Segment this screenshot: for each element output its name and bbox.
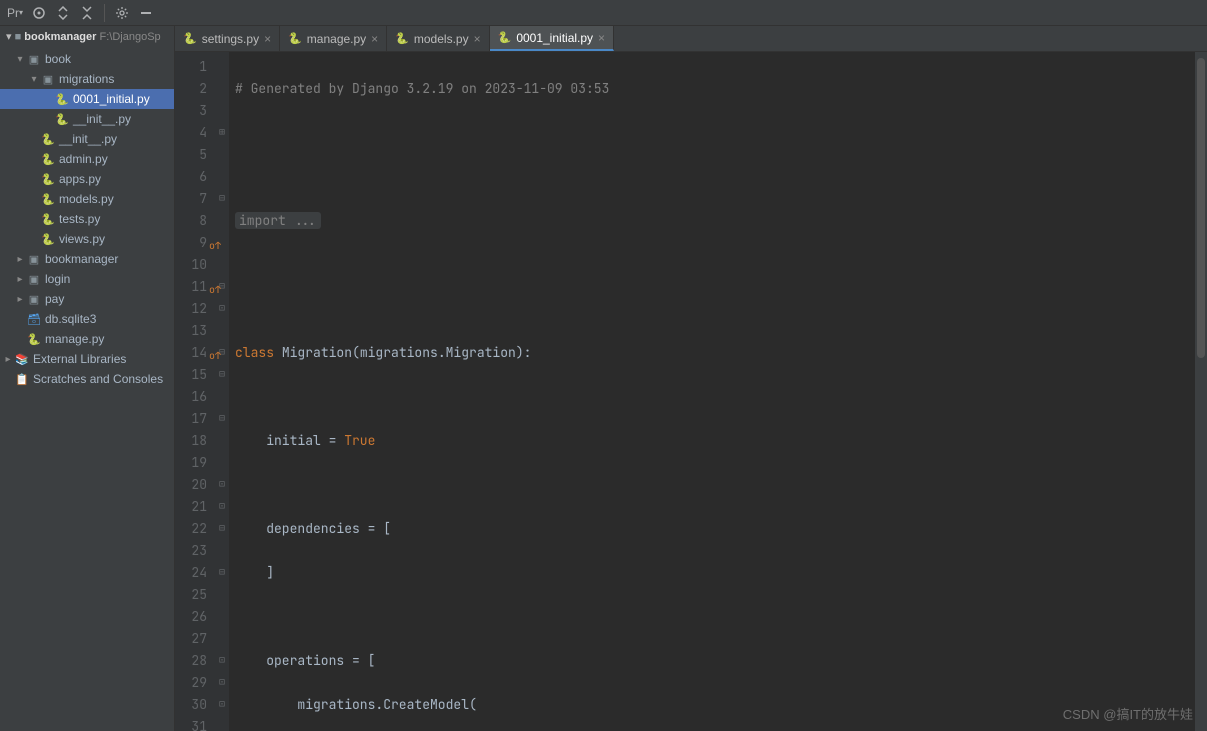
watermark: CSDN @搞IT的放牛娃 <box>1063 704 1193 723</box>
tab-0001-initial[interactable]: 🐍0001_initial.py× <box>490 26 614 51</box>
close-icon[interactable]: × <box>598 31 605 45</box>
fold-column[interactable]: ⊞ ⊟⊟⊡ ⊟⊟⊟⊡⊡ ⊟⊟⊡⊡⊡ <box>215 52 229 731</box>
editor-scrollbar[interactable] <box>1195 52 1207 731</box>
tree-file-manage[interactable]: 🐍manage.py <box>0 329 174 349</box>
project-root[interactable]: ▾ ■ bookmanager F:\DjangoSp <box>0 26 174 47</box>
tree-file-models[interactable]: 🐍models.py <box>0 189 174 209</box>
tree-file-0001-initial[interactable]: 🐍0001_initial.py <box>0 89 174 109</box>
tree-file-db[interactable]: 🗃db.sqlite3 <box>0 309 174 329</box>
collapse-all-icon[interactable] <box>76 2 98 24</box>
select-opened-file-icon[interactable] <box>28 2 50 24</box>
tree-folder-pay[interactable]: ▸▣pay <box>0 289 174 309</box>
main-area: ▾ ■ bookmanager F:\DjangoSp ▾▣book ▾▣mig… <box>0 26 1207 731</box>
code-viewport[interactable]: 123 456 78 9o↑ 10 11o↑ 1213 14o↑ 1516171… <box>175 52 1207 731</box>
tree-file-init-mig[interactable]: 🐍__init__.py <box>0 109 174 129</box>
code-content[interactable]: # Generated by Django 3.2.19 on 2023-11-… <box>229 52 1207 731</box>
tree-folder-migrations[interactable]: ▾▣migrations <box>0 69 174 89</box>
project-path-label: F:\DjangoSp <box>100 31 161 43</box>
tab-manage[interactable]: 🐍manage.py× <box>280 26 387 51</box>
close-icon[interactable]: × <box>264 32 271 46</box>
editor-area: 🐍settings.py× 🐍manage.py× 🐍models.py× 🐍0… <box>175 26 1207 731</box>
tree-file-admin[interactable]: 🐍admin.py <box>0 149 174 169</box>
scrollbar-thumb[interactable] <box>1197 58 1205 358</box>
editor-tabs: 🐍settings.py× 🐍manage.py× 🐍models.py× 🐍0… <box>175 26 1207 52</box>
close-icon[interactable]: × <box>474 32 481 46</box>
project-dropdown[interactable]: Pr▾ <box>4 2 26 24</box>
tree-file-views[interactable]: 🐍views.py <box>0 229 174 249</box>
project-tree[interactable]: ▾▣book ▾▣migrations 🐍0001_initial.py 🐍__… <box>0 47 174 731</box>
line-gutter: 123 456 78 9o↑ 10 11o↑ 1213 14o↑ 1516171… <box>175 52 215 731</box>
tree-folder-book[interactable]: ▾▣book <box>0 49 174 69</box>
expand-all-icon[interactable] <box>52 2 74 24</box>
tree-folder-login[interactable]: ▸▣login <box>0 269 174 289</box>
tree-scratches[interactable]: 📋Scratches and Consoles <box>0 369 174 389</box>
tree-folder-bookmanager[interactable]: ▸▣bookmanager <box>0 249 174 269</box>
hide-icon[interactable] <box>135 2 157 24</box>
tree-file-apps[interactable]: 🐍apps.py <box>0 169 174 189</box>
tree-file-init[interactable]: 🐍__init__.py <box>0 129 174 149</box>
close-icon[interactable]: × <box>371 32 378 46</box>
tab-settings[interactable]: 🐍settings.py× <box>175 26 280 51</box>
sidebar-toolbar: Pr▾ <box>0 0 1207 26</box>
tree-external-libraries[interactable]: ▸📚External Libraries <box>0 349 174 369</box>
project-name-label: bookmanager <box>24 31 96 43</box>
tree-file-tests[interactable]: 🐍tests.py <box>0 209 174 229</box>
tab-models[interactable]: 🐍models.py× <box>387 26 489 51</box>
settings-icon[interactable] <box>111 2 133 24</box>
project-sidebar: ▾ ■ bookmanager F:\DjangoSp ▾▣book ▾▣mig… <box>0 26 175 731</box>
